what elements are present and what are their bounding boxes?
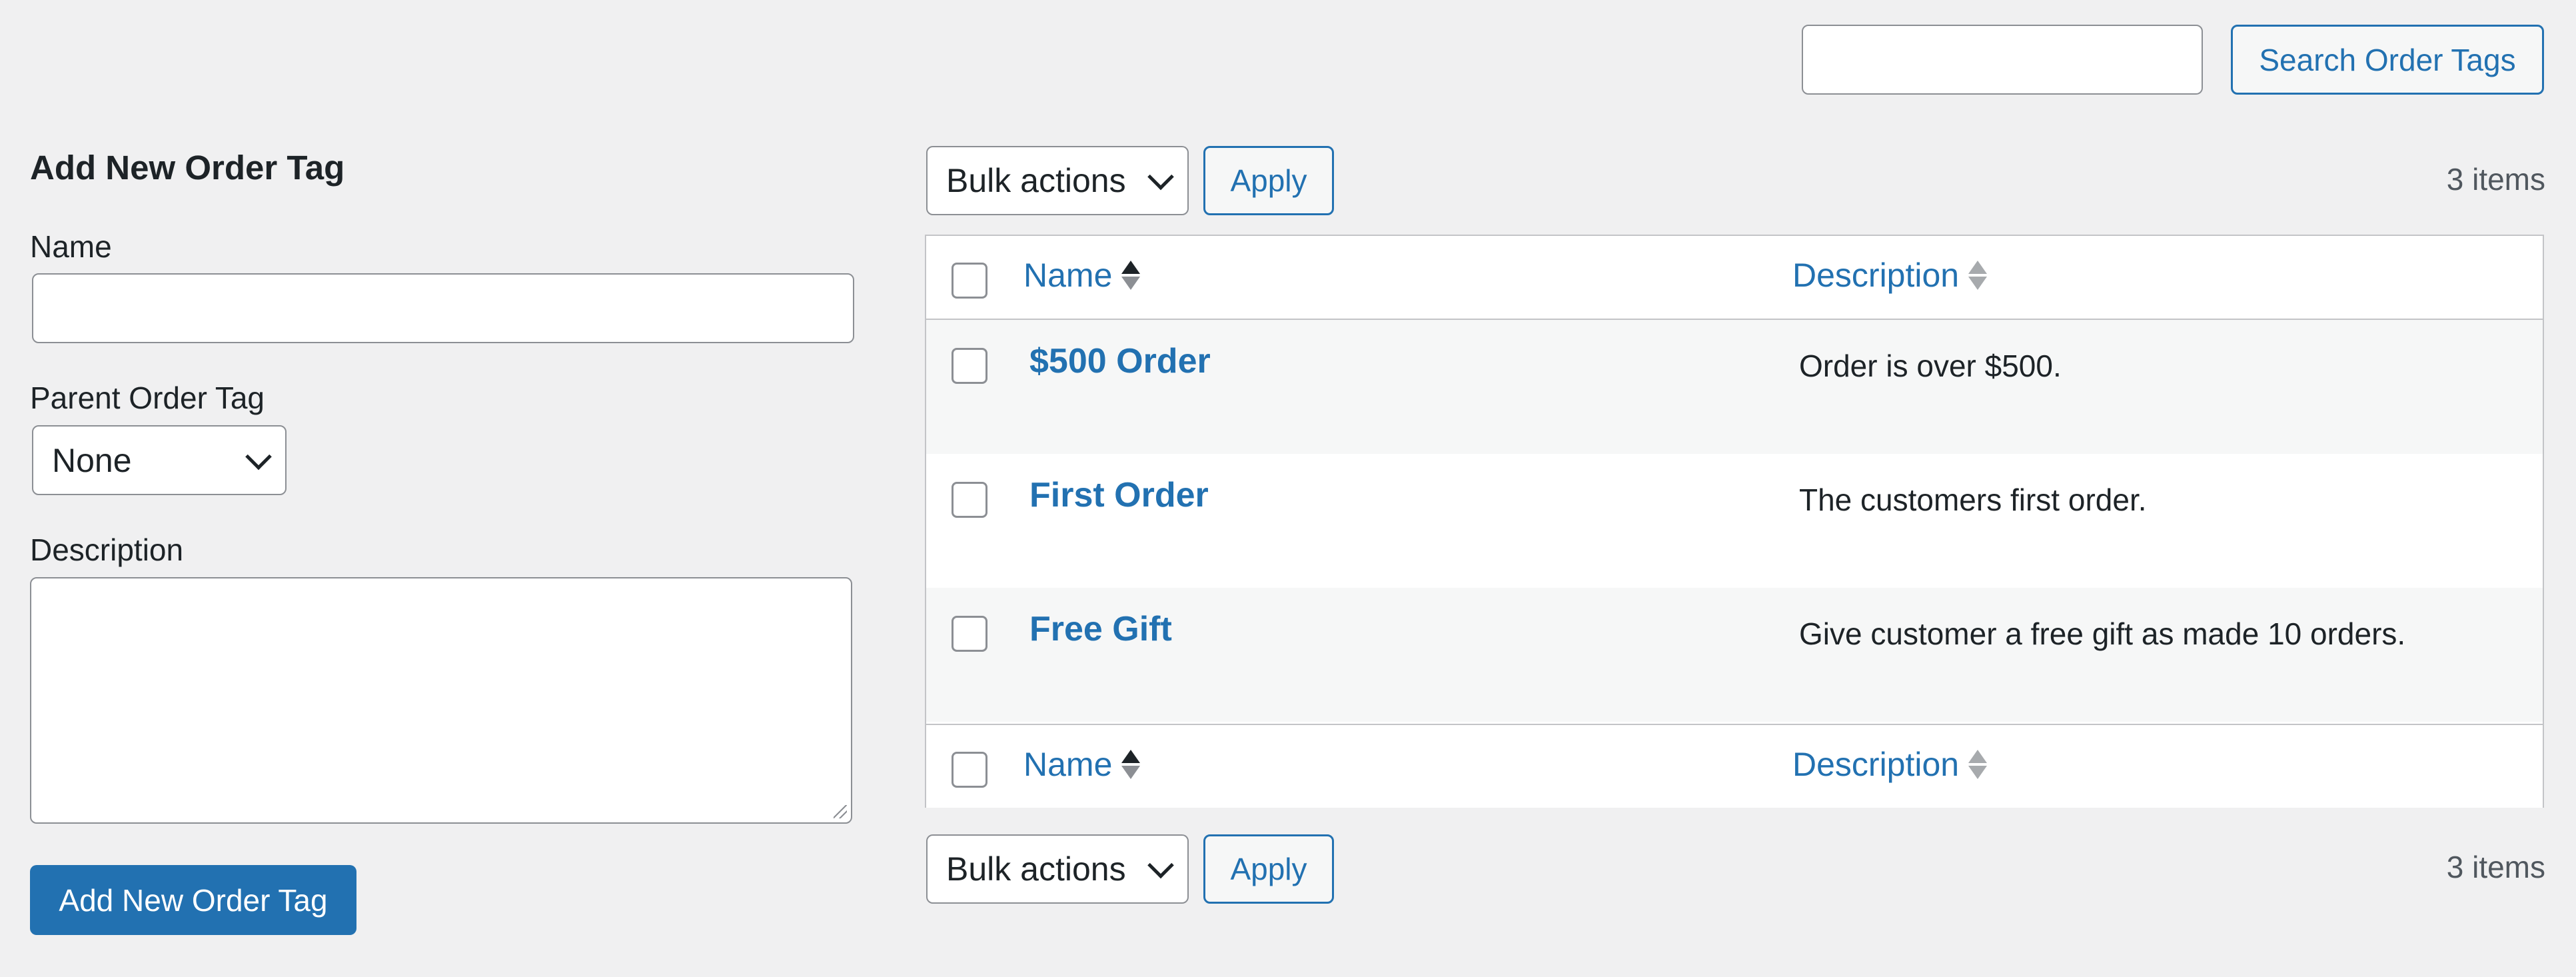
row-name-link[interactable]: $500 Order (1029, 341, 1211, 381)
table-header: Name Description (926, 236, 2543, 320)
add-new-order-tag-heading: Add New Order Tag (30, 149, 345, 187)
table-row: First Order The customers first order. (926, 454, 2543, 588)
name-input[interactable] (32, 273, 854, 343)
items-count-top: 3 items (2446, 162, 2545, 197)
bulk-actions-select-top[interactable]: Bulk actions (926, 146, 1189, 215)
row-description: Order is over $500. (1799, 349, 2062, 383)
order-tags-table: Name Description $500 Order Order is ove… (925, 235, 2544, 808)
add-new-order-tag-button[interactable]: Add New Order Tag (30, 865, 356, 935)
row-checkbox[interactable] (952, 616, 987, 652)
chevron-down-icon (1147, 163, 1174, 191)
parent-order-tag-selected: None (52, 441, 132, 479)
column-name-sort[interactable]: Name (1023, 256, 1141, 295)
search-order-tags-button[interactable]: Search Order Tags (2231, 25, 2544, 95)
sort-arrows-icon (1121, 261, 1141, 290)
chevron-down-icon (1147, 852, 1174, 879)
column-description-label: Description (1792, 257, 1960, 294)
row-description: Give customer a free gift as made 10 ord… (1799, 616, 2406, 651)
chevron-down-icon (245, 443, 272, 470)
bulk-actions-label: Bulk actions (946, 162, 1126, 199)
description-textarea[interactable] (30, 577, 852, 824)
column-name-label: Name (1023, 257, 1113, 294)
name-label: Name (30, 229, 112, 264)
row-description: The customers first order. (1799, 483, 2147, 517)
sort-arrows-icon (1968, 750, 1988, 779)
column-name-sort-footer[interactable]: Name (1023, 745, 1141, 784)
apply-button-bottom[interactable]: Apply (1203, 834, 1334, 904)
bulk-actions-label: Bulk actions (946, 850, 1126, 888)
row-name-link[interactable]: Free Gift (1029, 609, 1172, 649)
bulk-actions-select-bottom[interactable]: Bulk actions (926, 834, 1189, 904)
column-description-sort-footer[interactable]: Description (1792, 745, 1988, 784)
column-description-sort[interactable]: Description (1792, 256, 1988, 295)
table-footer: Name Description (926, 724, 2543, 808)
resize-handle-icon[interactable] (834, 805, 847, 818)
description-label: Description (30, 532, 184, 567)
row-checkbox[interactable] (952, 348, 987, 384)
table-row: Free Gift Give customer a free gift as m… (926, 588, 2543, 722)
sort-arrows-icon (1968, 261, 1988, 290)
column-name-label: Name (1023, 746, 1113, 783)
row-name-link[interactable]: First Order (1029, 475, 1209, 515)
table-row: $500 Order Order is over $500. (926, 320, 2543, 454)
parent-order-tag-label: Parent Order Tag (30, 381, 265, 415)
search-input[interactable] (1802, 25, 2203, 95)
select-all-checkbox[interactable] (952, 263, 987, 299)
items-count-bottom: 3 items (2446, 850, 2545, 884)
select-all-checkbox-footer[interactable] (952, 752, 987, 788)
sort-arrows-icon (1121, 750, 1141, 779)
column-description-label: Description (1792, 746, 1960, 783)
apply-button-top[interactable]: Apply (1203, 146, 1334, 215)
row-checkbox[interactable] (952, 482, 987, 518)
parent-order-tag-select[interactable]: None (32, 425, 287, 495)
